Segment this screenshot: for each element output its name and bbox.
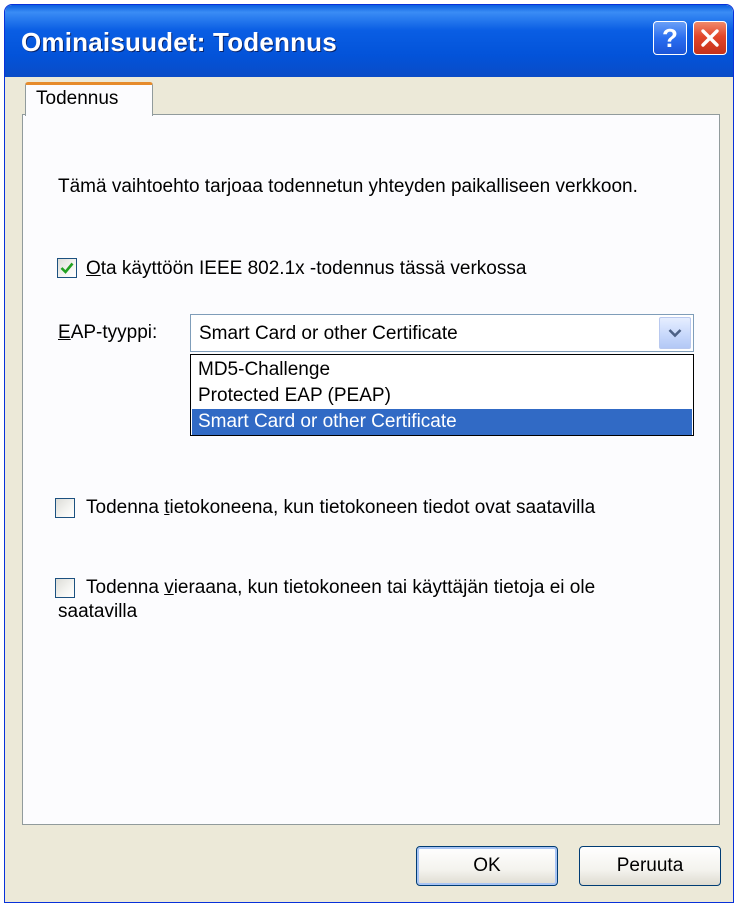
- enable-8021x-label[interactable]: Ota käyttöön IEEE 802.1x -todennus tässä…: [86, 257, 526, 281]
- close-icon: [701, 29, 719, 47]
- tab-todennus[interactable]: Todennus: [25, 82, 153, 116]
- auth-as-computer-prefix: Todenna: [86, 497, 165, 518]
- eap-type-dropdown-list: MD5-Challenge Protected EAP (PEAP) Smart…: [190, 354, 694, 436]
- auth-as-guest-label[interactable]: Todenna vieraana, kun tietokoneen tai kä…: [58, 576, 678, 624]
- auth-as-computer-text: ietokoneena, kun tietokoneen tiedot ovat…: [169, 497, 596, 518]
- tab-panel: [22, 114, 720, 825]
- eap-type-selected-value: Smart Card or other Certificate: [199, 323, 458, 344]
- enable-8021x-text: ta käyttöön IEEE 802.1x -todennus tässä …: [100, 258, 527, 279]
- title-bar[interactable]: Ominaisuudet: Todennus ?: [5, 5, 733, 77]
- eap-option-smart-card[interactable]: Smart Card or other Certificate: [192, 409, 692, 435]
- auth-as-computer-label[interactable]: Todenna tietokoneena, kun tietokoneen ti…: [86, 496, 686, 520]
- help-button[interactable]: ?: [653, 21, 687, 55]
- enable-8021x-mnemonic: O: [86, 258, 101, 279]
- eap-type-mnemonic: E: [58, 322, 71, 343]
- ok-button[interactable]: OK: [416, 846, 558, 886]
- description-text: Tämä vaihtoehto tarjoaa todennetun yhtey…: [58, 176, 638, 197]
- eap-type-label: EAP-tyyppi:: [58, 322, 157, 344]
- enable-8021x-checkbox[interactable]: [57, 258, 77, 278]
- eap-type-text: AP-tyyppi:: [70, 322, 158, 343]
- auth-as-guest-prefix: Todenna: [86, 577, 165, 598]
- cancel-button[interactable]: Peruuta: [579, 846, 721, 886]
- eap-option-md5[interactable]: MD5-Challenge: [192, 357, 692, 383]
- window-title: Ominaisuudet: Todennus: [21, 27, 337, 57]
- chevron-down-icon: [668, 329, 682, 338]
- auth-as-guest-mnemonic: v: [164, 577, 174, 598]
- eap-option-peap[interactable]: Protected EAP (PEAP): [192, 383, 692, 409]
- checkmark-icon: [60, 262, 74, 274]
- eap-type-select[interactable]: Smart Card or other Certificate: [190, 314, 694, 352]
- auth-as-computer-checkbox[interactable]: [55, 498, 75, 518]
- dropdown-arrow-button[interactable]: [659, 317, 691, 349]
- close-button[interactable]: [693, 21, 727, 55]
